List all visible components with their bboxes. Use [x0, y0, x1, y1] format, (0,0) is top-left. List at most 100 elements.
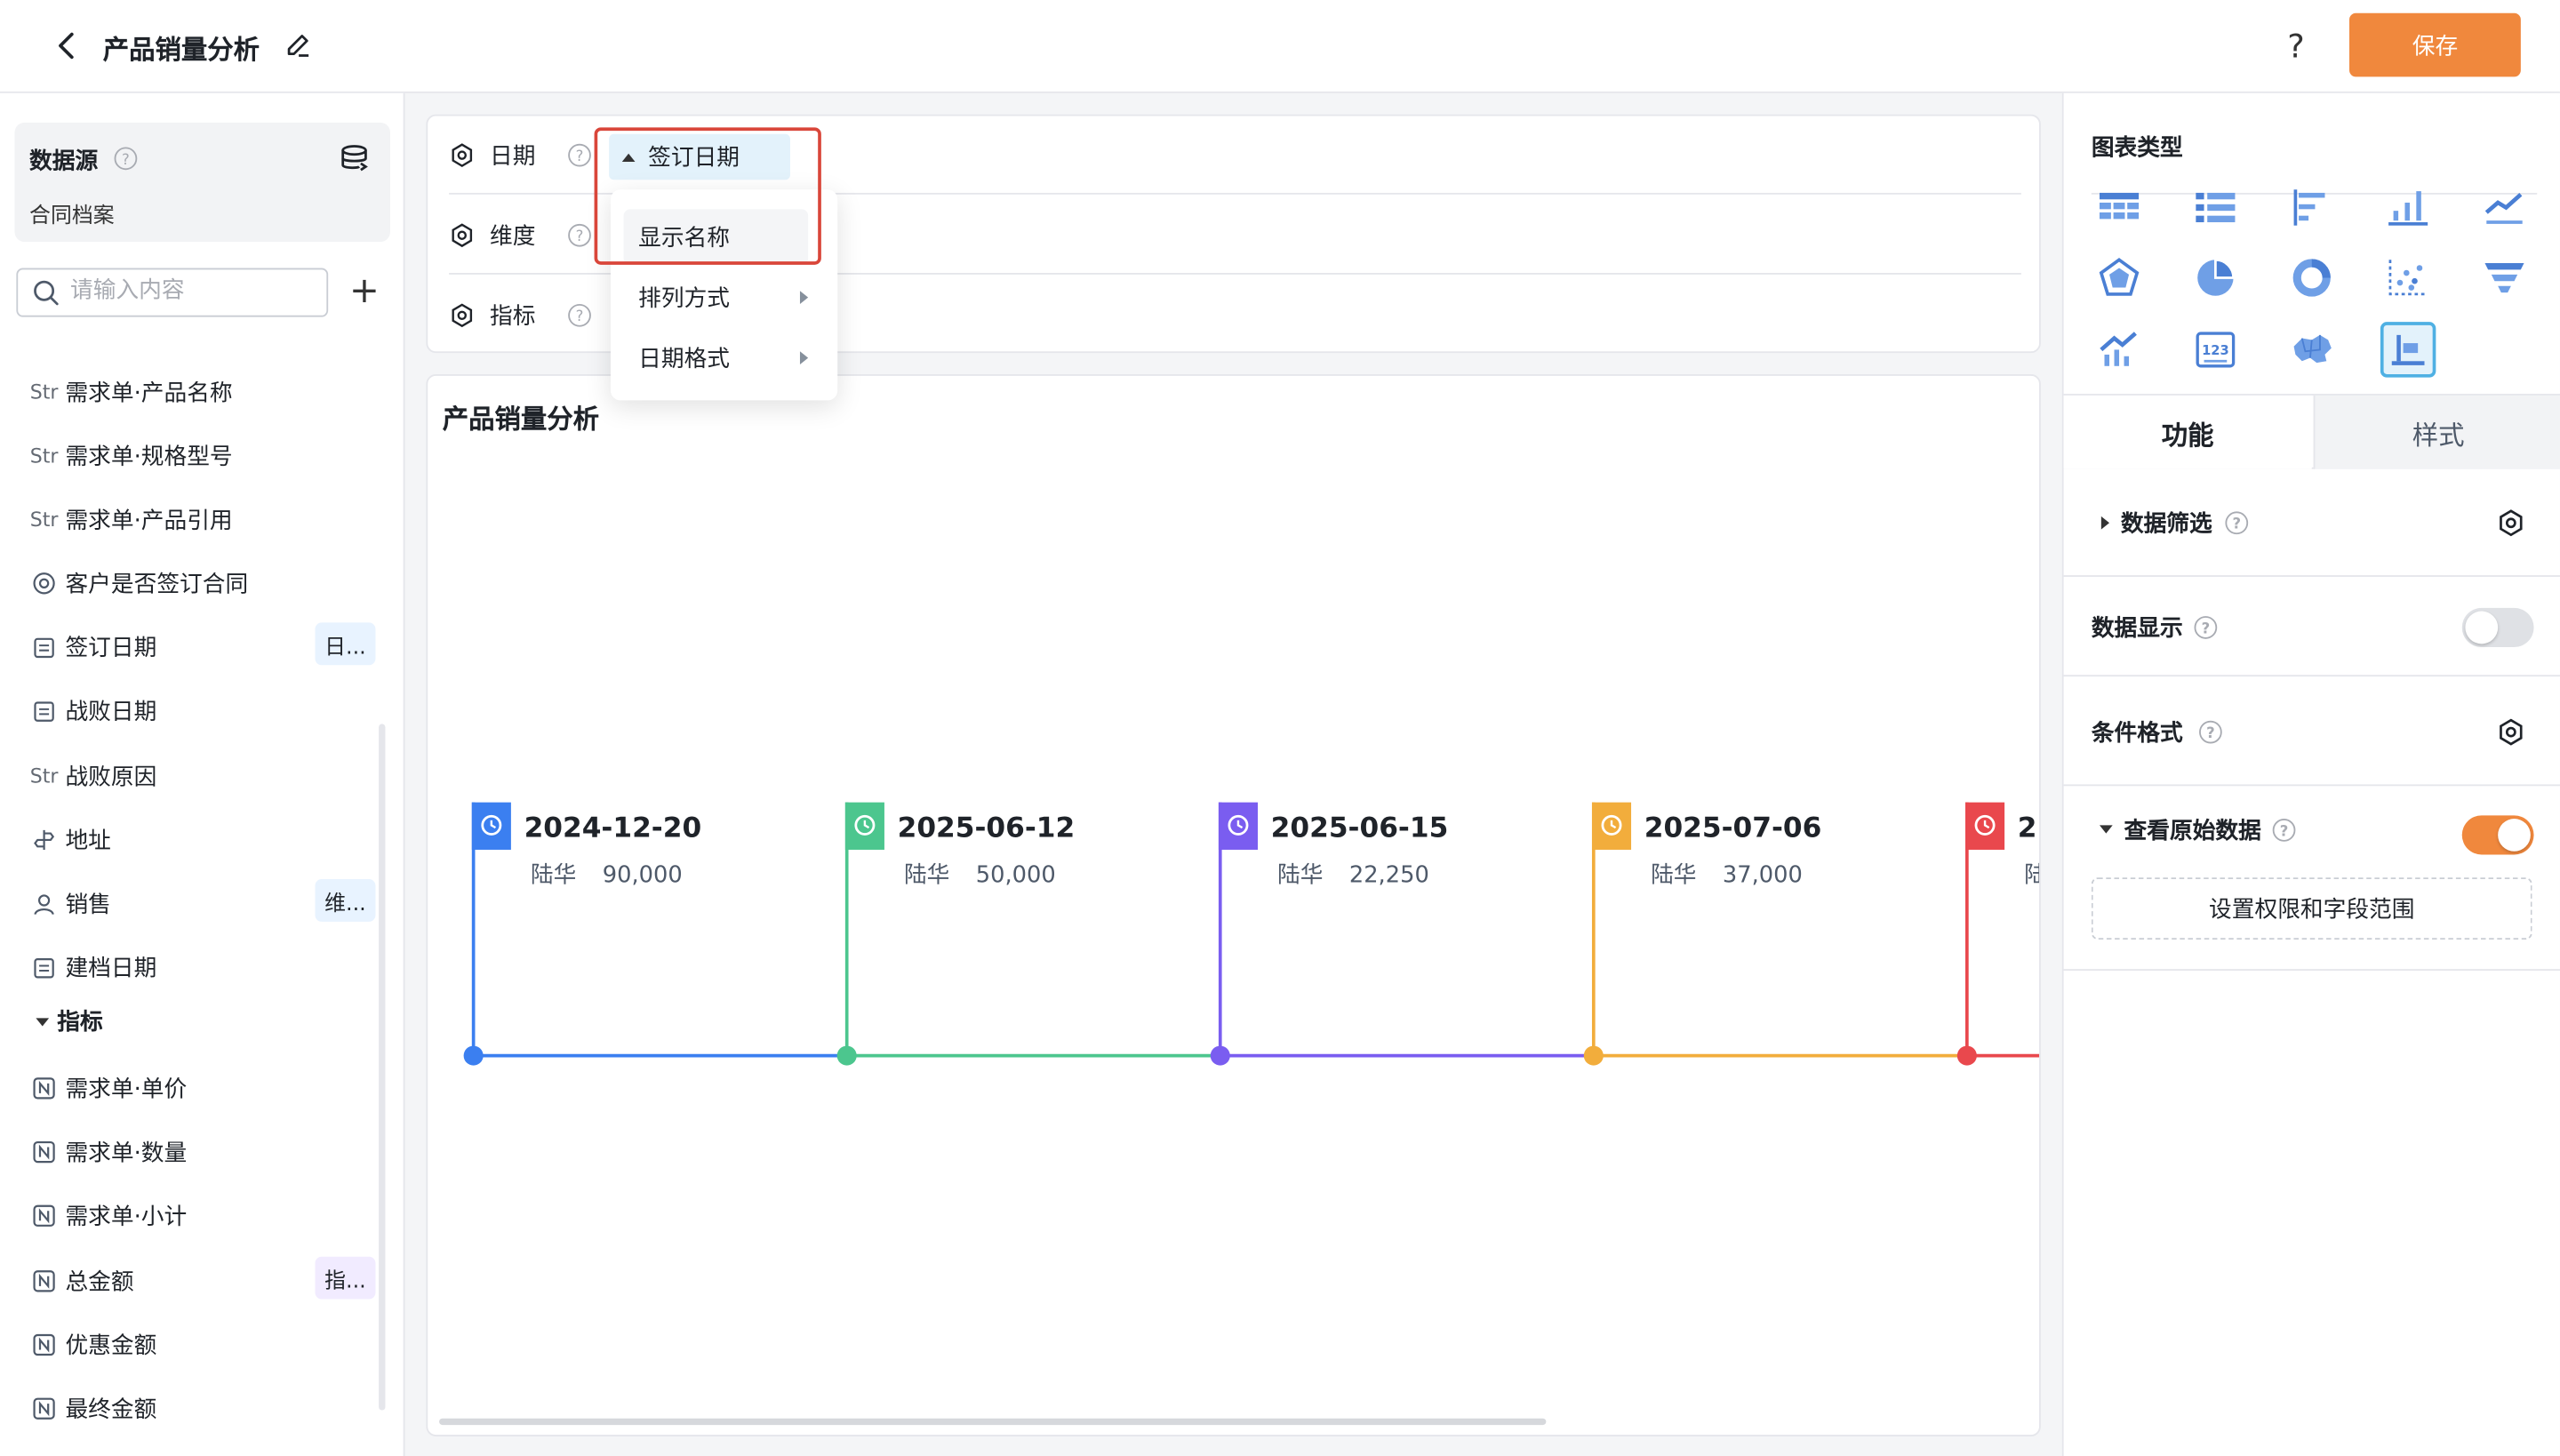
- timeline-chart: 2024-12-20 陆华 90,000 2025-06-12 陆华 50,000 2025…: [463, 802, 2041, 1066]
- toggle-knob: [2498, 819, 2531, 852]
- string-type-icon: Str: [29, 380, 59, 404]
- metrics-group-title: 指标: [57, 1010, 103, 1036]
- help-circle-icon[interactable]: ?: [113, 146, 139, 172]
- save-button[interactable]: 保存: [2349, 12, 2521, 77]
- view-raw-data-toggle[interactable]: [2461, 815, 2534, 855]
- panel-tabs: 功能 样式: [2063, 394, 2560, 469]
- bar-vertical-icon[interactable]: [2380, 180, 2436, 236]
- menu-item-date-format[interactable]: 日期格式: [611, 330, 837, 386]
- bar-horizontal-icon[interactable]: [2284, 180, 2340, 236]
- timeline-value-label: 90,000: [603, 862, 683, 889]
- field-item[interactable]: 总金额 指...: [29, 1256, 376, 1300]
- field-label: 战败原因: [65, 764, 157, 791]
- field-item[interactable]: 需求单·单价: [29, 1070, 375, 1106]
- page-title: 产品销量分析: [102, 34, 260, 66]
- edit-pencil-icon[interactable]: [284, 31, 314, 60]
- data-filter-row[interactable]: 数据筛选 ?: [2063, 470, 2560, 577]
- list-icon[interactable]: [2188, 180, 2243, 236]
- field-item[interactable]: 优惠金额: [29, 1327, 375, 1363]
- line-icon[interactable]: [2476, 180, 2532, 236]
- chevron-right-icon: [799, 291, 809, 304]
- string-type-icon: Str: [29, 508, 59, 532]
- add-field-button[interactable]: +: [349, 268, 380, 316]
- settings-hex-icon[interactable]: [449, 142, 475, 168]
- settings-hex-icon[interactable]: [2496, 716, 2525, 746]
- field-label: 需求单·小计: [65, 1204, 188, 1231]
- field-item[interactable]: 销售 维...: [29, 879, 376, 922]
- timeline-node: [836, 1045, 857, 1066]
- back-arrow-icon[interactable]: [49, 26, 84, 65]
- field-item[interactable]: Str 需求单·产品引用: [29, 501, 375, 537]
- user-icon: [29, 892, 59, 916]
- help-circle-icon[interactable]: ?: [2197, 718, 2223, 744]
- timeline-icon[interactable]: [2380, 322, 2436, 378]
- help-circle-icon[interactable]: ?: [2271, 817, 2297, 843]
- help-circle-icon[interactable]: ?: [566, 222, 592, 248]
- chart-types-title: 图表类型: [2091, 135, 2183, 163]
- sidebar-scrollbar[interactable]: [379, 724, 386, 1411]
- timeline-node: [1210, 1045, 1230, 1066]
- field-item[interactable]: 战败日期: [29, 692, 375, 728]
- svg-text:?: ?: [2232, 516, 2241, 532]
- pie-icon[interactable]: [2188, 250, 2243, 306]
- svg-text:?: ?: [576, 308, 584, 324]
- tab-function[interactable]: 功能: [2063, 395, 2312, 469]
- number-type-icon: [29, 1077, 59, 1100]
- tab-style[interactable]: 样式: [2313, 395, 2560, 469]
- field-item[interactable]: Str 需求单·产品名称: [29, 374, 375, 410]
- radar-icon[interactable]: [2092, 250, 2147, 306]
- datasource-title: 数据源: [29, 148, 99, 175]
- field-label: 需求单·产品名称: [65, 380, 233, 407]
- timeline-value-label: 22,250: [1349, 862, 1429, 889]
- location-signpost-icon: [29, 828, 59, 852]
- menu-item-label: 排列方式: [638, 285, 731, 313]
- field-item[interactable]: Str 需求单·规格型号: [29, 438, 375, 474]
- svg-text:?: ?: [2280, 822, 2289, 839]
- chart-horizontal-scrollbar[interactable]: [439, 1418, 1547, 1426]
- number-type-icon: [29, 1397, 59, 1420]
- combo-icon[interactable]: [2092, 322, 2147, 378]
- field-item[interactable]: 建档日期: [29, 949, 375, 985]
- funnel-icon[interactable]: [2476, 250, 2532, 306]
- timeline-date-label: 2025-06-12: [898, 812, 1076, 844]
- help-circle-icon[interactable]: ?: [2224, 510, 2250, 536]
- field-search-box[interactable]: [16, 268, 329, 317]
- field-item[interactable]: 客户是否签订合同: [29, 565, 375, 601]
- settings-hex-icon[interactable]: [449, 302, 475, 328]
- field-label: 最终金额: [65, 1396, 157, 1424]
- metrics-group-header[interactable]: 指标: [36, 1005, 103, 1038]
- string-type-icon: Str: [29, 764, 59, 788]
- help-circle-icon[interactable]: ?: [566, 302, 592, 328]
- field-item[interactable]: 地址: [29, 822, 375, 858]
- menu-item-sort-order[interactable]: 排列方式: [611, 269, 837, 325]
- donut-icon[interactable]: [2284, 250, 2340, 306]
- settings-hex-icon[interactable]: [2496, 508, 2525, 538]
- help-circle-icon[interactable]: ?: [2193, 613, 2219, 639]
- field-item[interactable]: Str 战败原因: [29, 758, 375, 794]
- svg-text:?: ?: [2206, 724, 2215, 740]
- search-input[interactable]: [69, 277, 316, 304]
- toggle-knob: [2465, 610, 2499, 644]
- field-item[interactable]: 需求单·小计: [29, 1198, 375, 1234]
- data-display-toggle[interactable]: [2461, 606, 2534, 647]
- timeline-node: [463, 1045, 484, 1066]
- field-item[interactable]: 最终金额: [29, 1390, 375, 1426]
- field-item[interactable]: 需求单·数量: [29, 1134, 375, 1170]
- timeline-name-label: 陆: [2024, 862, 2041, 889]
- settings-hex-icon[interactable]: [449, 222, 475, 248]
- conditional-format-row[interactable]: 条件格式 ?: [2063, 678, 2560, 787]
- map-icon[interactable]: [2284, 322, 2340, 378]
- help-circle-icon[interactable]: ?: [566, 142, 592, 168]
- scatter-icon[interactable]: [2380, 250, 2436, 306]
- database-switch-icon[interactable]: [338, 142, 371, 175]
- set-permission-button[interactable]: 设置权限和字段范围: [2091, 877, 2532, 940]
- field-label: 优惠金额: [65, 1333, 157, 1360]
- field-item[interactable]: 签订日期 日...: [29, 622, 376, 666]
- field-usage-tag: 日...: [315, 622, 376, 666]
- table-icon[interactable]: [2092, 180, 2147, 236]
- string-type-icon: Str: [29, 444, 59, 468]
- number-card-icon[interactable]: 123: [2188, 322, 2243, 378]
- help-button[interactable]: ?: [2287, 26, 2305, 65]
- timeline-name-label: 陆华: [1651, 862, 1696, 889]
- left-sidebar: 数据源 ? 合同档案 + Str需求单·产品名称Str需求单·规格型号Str需求…: [0, 92, 405, 1456]
